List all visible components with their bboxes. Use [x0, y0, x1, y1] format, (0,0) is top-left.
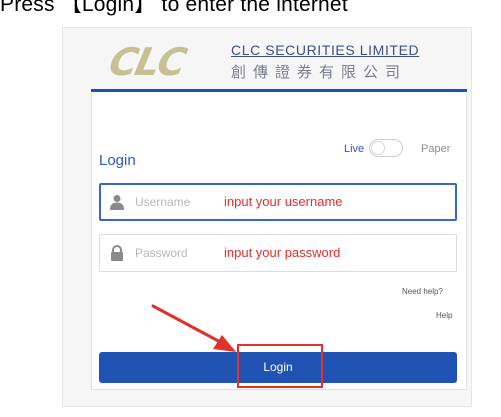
- username-placeholder: Username: [135, 195, 191, 209]
- need-help-text: Need help?: [402, 287, 443, 296]
- username-field[interactable]: Username input your username: [99, 183, 457, 221]
- help-link[interactable]: Help: [436, 311, 452, 320]
- password-field[interactable]: Password input your password: [99, 234, 457, 272]
- toggle-knob: [371, 141, 385, 155]
- company-name-zh: 創傳證券有限公司: [231, 64, 408, 81]
- company-logo: CLC CLC SECURITIES LIMITED 創傳證券有限公司: [105, 40, 460, 84]
- password-annotation: input your password: [224, 245, 341, 260]
- user-icon: [110, 195, 124, 210]
- mode-live-label[interactable]: Live: [344, 143, 364, 155]
- logo-mark: CLC: [105, 40, 189, 84]
- password-placeholder: Password: [135, 246, 188, 260]
- instruction-caption: Press 【Login】 to enter the internet: [0, 0, 348, 16]
- login-button-label[interactable]: Login: [99, 352, 457, 383]
- lock-icon: [111, 245, 123, 261]
- mode-paper-label[interactable]: Paper: [421, 143, 450, 155]
- live-paper-toggle[interactable]: [369, 139, 403, 157]
- username-annotation: input your username: [224, 194, 343, 209]
- login-title: Login: [99, 152, 136, 169]
- company-name-en: CLC SECURITIES LIMITED: [231, 42, 420, 58]
- pointer-arrow-icon: [151, 304, 236, 352]
